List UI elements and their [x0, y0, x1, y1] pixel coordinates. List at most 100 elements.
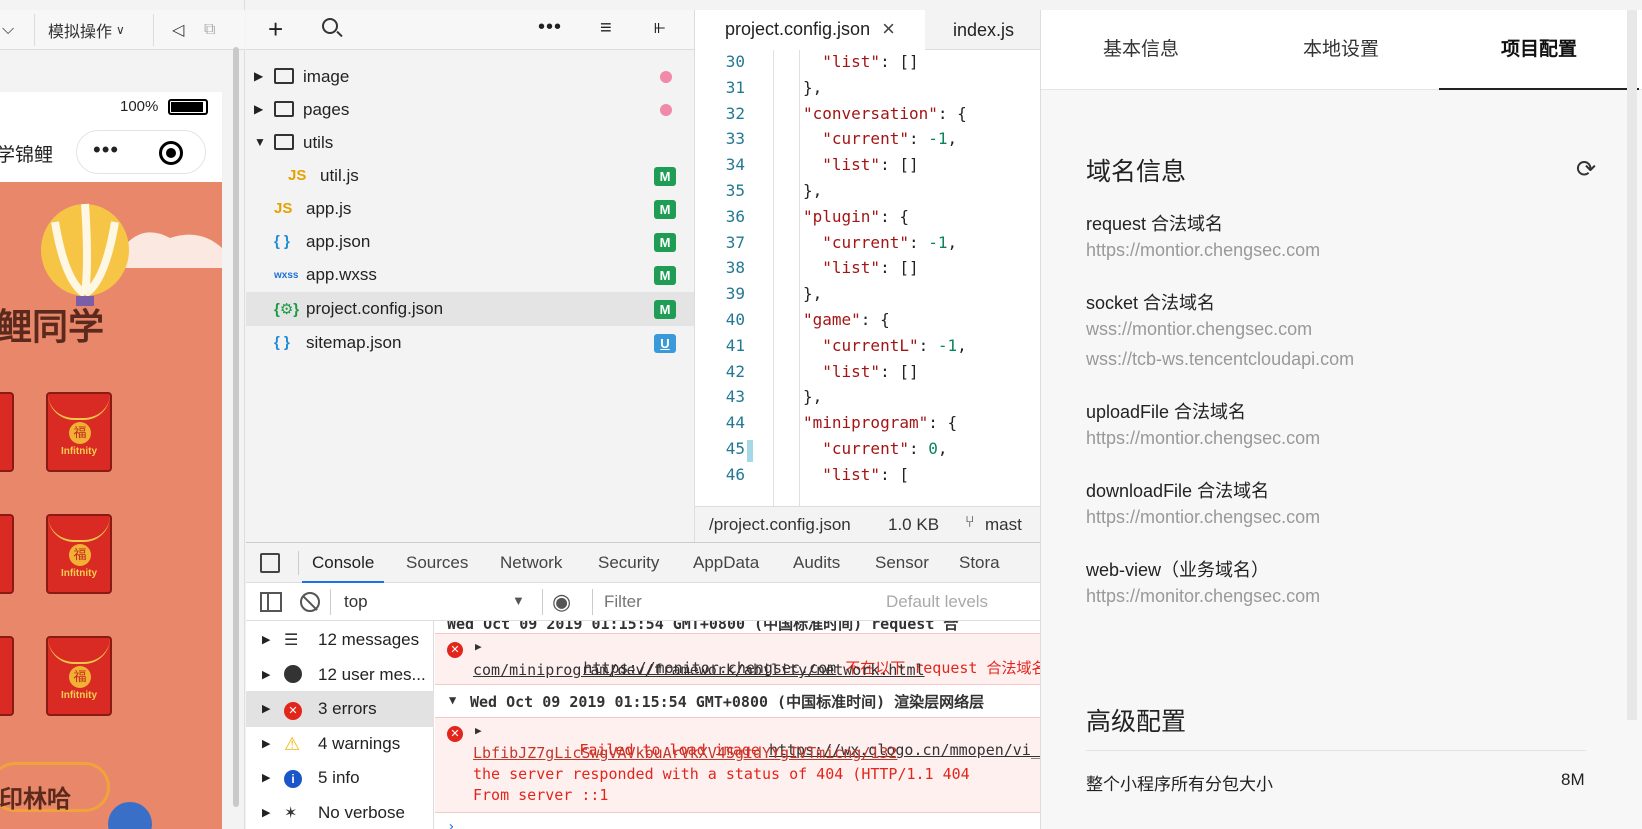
sidebar-toggle-icon[interactable] [260, 592, 282, 612]
package-size-label: 整个小程序所有分包大小 [1086, 775, 1273, 794]
add-file-icon[interactable]: + [268, 14, 283, 45]
console-filter-bug[interactable]: ▶ ✶ No verbose [246, 795, 434, 829]
domain-field-value: https://montior.chengsec.com [1086, 240, 1321, 260]
collapse-arrow-icon[interactable]: ▼ [449, 693, 456, 707]
file-tree-item[interactable]: ▶ pages [246, 93, 694, 127]
red-envelope-partial[interactable] [0, 636, 14, 716]
log-levels-select[interactable]: Default levels [886, 592, 988, 612]
prompt-icon[interactable]: › [447, 819, 455, 829]
more-dots-icon[interactable]: ••• [93, 137, 119, 163]
message-group-header[interactable]: Wed Oct 09 2019 01:15:54 GMT+0800 (中国标准时… [470, 691, 984, 712]
caret-right-icon[interactable]: ▶ [254, 102, 263, 116]
console-filter-user[interactable]: ▶ 12 user mes... [246, 657, 434, 693]
capsule-menu[interactable]: ••• [76, 130, 206, 174]
caret-right-icon[interactable]: ▶ [262, 702, 270, 715]
console-filter-error[interactable]: ▶ ✕ 3 errors [246, 691, 434, 728]
console-filter-input[interactable] [604, 587, 876, 617]
caret-right-icon[interactable]: ▶ [262, 633, 270, 646]
simulator-pane: ⌵ 模拟操作 ∨ ◁ ⧉ 100% 学锦鲤 ••• 鲤同学 福 Infitnit… [0, 0, 245, 829]
bottom-button[interactable]: 印林哈 [0, 762, 110, 813]
red-envelope[interactable]: 福 Infitnity [46, 514, 112, 594]
javascript-file-icon: JS [274, 200, 293, 217]
caret-right-icon[interactable]: ▶ [254, 69, 263, 83]
eye-icon[interactable]: ◉ [552, 589, 571, 615]
split-view-icon[interactable]: ⫦ [654, 16, 665, 39]
caret-right-icon[interactable]: ▶ [262, 771, 270, 784]
console-filter-warning[interactable]: ▶ ⚠ 4 warnings [246, 726, 434, 762]
red-envelope[interactable]: 福 Infitnity [46, 392, 112, 472]
tab-basic-info[interactable]: 基本信息 [1041, 10, 1241, 90]
devtools-console: Console Sources Network Security AppData Audi… [246, 542, 1040, 829]
code-line: "list": [ [822, 464, 909, 484]
devtools-tab[interactable]: Sensor [875, 543, 929, 583]
config-file-icon: {⚙} [274, 301, 300, 318]
clear-console-icon[interactable] [300, 592, 320, 612]
caret-right-icon[interactable]: ▶ [262, 806, 270, 819]
tab-project-config[interactable]: 项目配置 [1439, 10, 1639, 90]
copy-window-icon[interactable]: ⧉ [204, 10, 215, 50]
tab-project-config[interactable]: project.config.json × [695, 10, 925, 50]
red-envelope-partial[interactable] [0, 514, 14, 594]
console-filter-info[interactable]: ▶ i 5 info [246, 760, 434, 796]
file-tree-item[interactable]: { } app.json M [246, 225, 694, 259]
devtools-tab[interactable]: Stora [959, 543, 1000, 583]
git-branch[interactable]: mast [985, 515, 1022, 535]
file-tree-item[interactable]: JS util.js M [246, 159, 694, 193]
devtools-tab[interactable]: Sources [406, 543, 468, 583]
panel-scrollbar[interactable] [1627, 10, 1637, 720]
console-filter-label: No verbose [318, 803, 405, 822]
caret-down-icon[interactable]: ▼ [254, 135, 266, 149]
line-number: 39 [725, 284, 745, 304]
search-icon[interactable] [322, 18, 343, 38]
simulate-operation-dropdown[interactable]: 模拟操作 ∨ [48, 10, 125, 50]
caret-down-icon[interactable]: ▼ [512, 593, 525, 608]
editor-tabs: project.config.json × index.js [695, 10, 1041, 50]
advanced-section-title: 高级配置 [1086, 708, 1187, 736]
file-tree-item[interactable]: { } sitemap.json U [246, 326, 694, 360]
red-envelope[interactable]: 福 Infitnity [46, 636, 112, 716]
line-number: 35 [725, 181, 745, 200]
line-number: 38 [725, 258, 745, 278]
doc-link[interactable]: com/miniprogram/dev/framework/ability/ne… [473, 661, 925, 679]
file-tree-item[interactable]: wxss app.wxss M [246, 258, 694, 292]
code-area[interactable]: 30 "list": [] 31}, 32 "conversation": {33 "… [695, 50, 1041, 506]
tab-local-settings[interactable]: 本地设置 [1241, 10, 1441, 90]
context-select[interactable]: top [344, 592, 368, 612]
devtools-tab[interactable]: Console [302, 543, 385, 583]
close-icon[interactable]: × [882, 16, 895, 42]
code-line: "conversation": { [803, 103, 967, 123]
console-filter-label: 12 messages [318, 630, 420, 649]
expand-arrow-icon[interactable]: ▶ [475, 640, 482, 653]
devtools-tab[interactable]: Audits [793, 543, 840, 583]
file-tree-item[interactable]: {⚙} project.config.json M [246, 292, 694, 326]
tab-index-js[interactable]: index.js [929, 10, 1041, 50]
expand-arrow-icon[interactable]: ▶ [475, 724, 482, 737]
file-tree-item[interactable]: JS app.js M [246, 192, 694, 226]
error-link-continued[interactable]: LbfibJZ7gLicSwgVAVkbuArVkXV4SgtdYYgIVTmi… [473, 744, 897, 762]
devtools-tab[interactable]: Security [598, 543, 659, 583]
simulator-scrollbar[interactable] [233, 47, 239, 807]
caret-right-icon[interactable]: ▶ [262, 737, 270, 750]
line-number: 30 [725, 52, 745, 71]
device-dropdown[interactable]: ⌵ [2, 10, 14, 50]
caret-right-icon[interactable]: ▶ [262, 668, 270, 681]
devtools-tab[interactable]: Network [500, 543, 562, 583]
console-filter-list[interactable]: ▶ ☰ 12 messages [246, 622, 434, 658]
collapse-icon[interactable]: ≡ [600, 17, 612, 40]
close-miniprogram-icon[interactable] [159, 141, 183, 165]
inspect-icon[interactable] [260, 553, 280, 573]
error-text: From server ::1 [473, 786, 609, 804]
refresh-icon[interactable]: ⟳ [1576, 155, 1596, 184]
volume-icon[interactable]: ◁ [172, 10, 184, 50]
devtools-tab[interactable]: AppData [693, 543, 759, 583]
file-tree-item[interactable]: ▼ utils [246, 126, 694, 160]
file-name: app.json [306, 232, 371, 251]
more-icon[interactable]: ••• [538, 16, 562, 39]
line-number: 44 [725, 413, 745, 433]
error-message: ✕ ▶ https://monitor.chengsec.com 不在以下 re… [435, 633, 1040, 685]
red-envelope-partial[interactable] [0, 392, 14, 472]
file-tree-item[interactable]: ▶ image [246, 60, 694, 94]
simulator-toolbar: ⌵ 模拟操作 ∨ ◁ ⧉ [0, 10, 245, 50]
tab-label: index.js [953, 19, 1015, 40]
wxss-file-icon: wxss [274, 270, 299, 281]
